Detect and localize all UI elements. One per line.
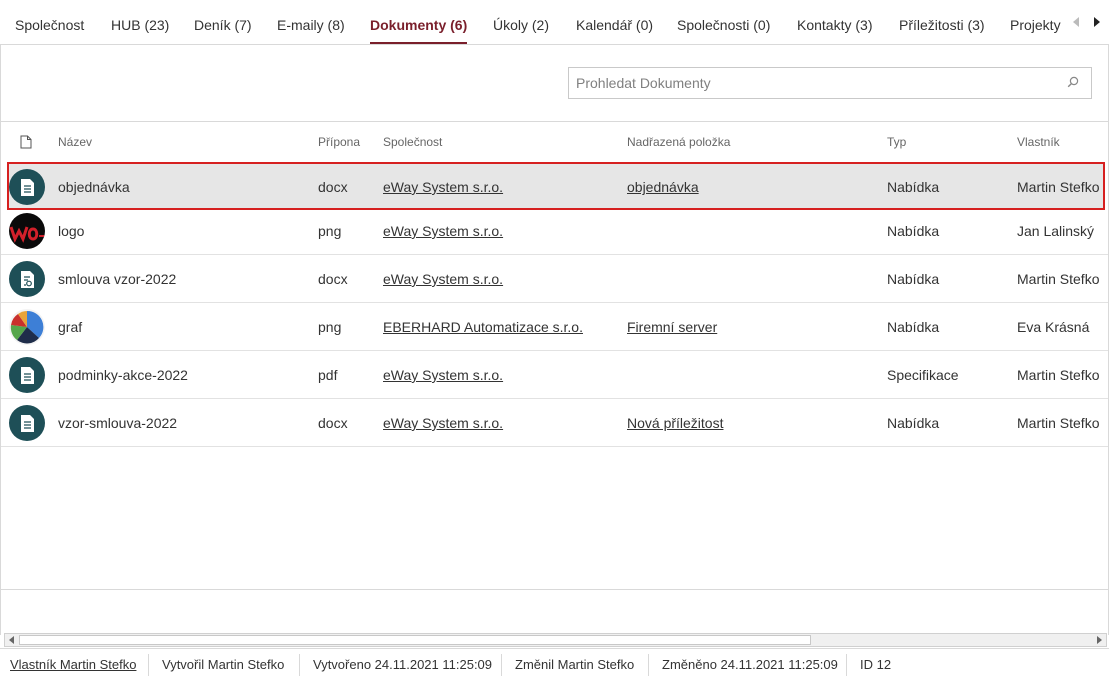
document-name[interactable]: vzor-smlouva-2022 [58,415,177,431]
document-extension: pdf [318,367,338,383]
document-type: Nabídka [887,319,940,335]
tab-kontakty[interactable]: Kontakty (3) [797,0,872,45]
table-row[interactable]: graf png EBERHARD Automatizace s.r.o. Fi… [1,303,1108,351]
document-name[interactable]: logo [58,223,84,239]
document-owner: Martin Stefko [1017,271,1100,287]
document-owner: Jan Lalinský [1017,223,1095,239]
company-link[interactable]: eWay System s.r.o. [383,415,503,431]
tab-list: Společnost HUB (23) Deník (7) E-maily (8… [0,0,1066,45]
horizontal-scrollbar[interactable] [4,633,1107,647]
tab-emaily[interactable]: E-maily (8) [277,0,345,45]
column-header-owner[interactable]: Vlastník [1017,135,1060,149]
parent-item-link[interactable]: objednávka [627,179,699,195]
tab-hub[interactable]: HUB (23) [111,0,169,45]
column-header-company[interactable]: Společnost [383,135,442,149]
company-link[interactable]: eWay System s.r.o. [383,367,503,383]
scroll-left-icon[interactable] [9,636,14,644]
contract-document-icon [9,261,45,297]
document-name[interactable]: graf [58,319,82,335]
table-row[interactable]: logo png eWay System s.r.o. Nabídka Jan … [1,207,1108,255]
record-id: ID 12 [860,657,892,672]
search-icon[interactable] [1067,76,1079,88]
tab-scroll-right-icon[interactable] [1094,17,1100,27]
divider [1,589,1108,590]
document-extension: docx [318,179,348,195]
divider [148,654,149,676]
logo-thumbnail [9,213,45,249]
document-type: Nabídka [887,415,940,431]
tab-dokumenty[interactable]: Dokumenty (6) [370,0,468,45]
created-by: Vytvořil Martin Stefko [162,657,285,672]
owner-link[interactable]: Vlastník Martin Stefko [10,649,136,680]
document-owner: Martin Stefko [1017,179,1100,195]
column-header-extension[interactable]: Přípona [318,135,360,149]
modified-date: Změněno 24.11.2021 11:25:09 [662,657,838,672]
document-type: Nabídka [887,223,940,239]
table-row[interactable]: vzor-smlouva-2022 docx eWay System s.r.o… [1,399,1108,447]
company-link[interactable]: eWay System s.r.o. [383,223,503,239]
pie-chart-thumbnail [9,309,45,345]
tab-projekty[interactable]: Projekty [1010,0,1061,45]
company-link[interactable]: eWay System s.r.o. [383,271,503,287]
tab-spolecnost[interactable]: Společnost [15,0,84,45]
tab-kalendar[interactable]: Kalendář (0) [576,0,653,45]
tab-prilezitosti[interactable]: Příležitosti (3) [899,0,985,45]
document-extension: docx [318,415,348,431]
document-owner: Eva Krásná [1017,319,1090,335]
document-owner: Martin Stefko [1017,367,1100,383]
document-name[interactable]: objednávka [58,179,130,195]
file-icon [20,135,32,149]
document-type: Specifikace [887,367,959,383]
divider [846,654,847,676]
document-owner: Martin Stefko [1017,415,1100,431]
tab-bar: Společnost HUB (23) Deník (7) E-maily (8… [0,0,1109,45]
document-name[interactable]: smlouva vzor-2022 [58,271,176,287]
company-link[interactable]: eWay System s.r.o. [383,179,503,195]
parent-item-link[interactable]: Nová příležitost [627,415,723,431]
tab-scroll-left-icon[interactable] [1073,17,1079,27]
column-header-parent[interactable]: Nadřazená položka [627,135,730,149]
divider [501,654,502,676]
document-icon [9,357,45,393]
parent-item-link[interactable]: Firemní server [627,319,717,335]
document-type: Nabídka [887,179,940,195]
document-name[interactable]: podminky-akce-2022 [58,367,188,383]
documents-panel: Název Přípona Společnost Nadřazená polož… [0,45,1109,647]
search-input[interactable] [576,68,1056,98]
document-extension: png [318,223,342,239]
tab-ukoly[interactable]: Úkoly (2) [493,0,549,45]
divider [648,654,649,676]
document-extension: png [318,319,342,335]
column-header-name[interactable]: Název [58,135,92,149]
created-date: Vytvořeno 24.11.2021 11:25:09 [313,657,493,672]
scrollbar-thumb[interactable] [19,635,811,645]
divider [299,654,300,676]
table-row[interactable]: podminky-akce-2022 pdf eWay System s.r.o… [1,351,1108,399]
tab-spolecnosti[interactable]: Společnosti (0) [677,0,770,45]
column-header-type[interactable]: Typ [887,135,906,149]
table-row[interactable]: smlouva vzor-2022 docx eWay System s.r.o… [1,255,1108,303]
document-icon [9,405,45,441]
company-link[interactable]: EBERHARD Automatizace s.r.o. [383,319,583,335]
table-row[interactable]: objednávka docx eWay System s.r.o. objed… [7,162,1105,210]
status-bar: Vlastník Martin Stefko Vytvořil Martin S… [0,648,1109,680]
scroll-right-icon[interactable] [1097,636,1102,644]
modified-by: Změnil Martin Stefko [515,657,635,672]
document-type: Nabídka [887,271,940,287]
tab-denik[interactable]: Deník (7) [194,0,252,45]
search-box [568,67,1092,99]
table-header: Název Přípona Společnost Nadřazená polož… [1,122,1108,160]
document-extension: docx [318,271,348,287]
document-icon [9,169,45,205]
